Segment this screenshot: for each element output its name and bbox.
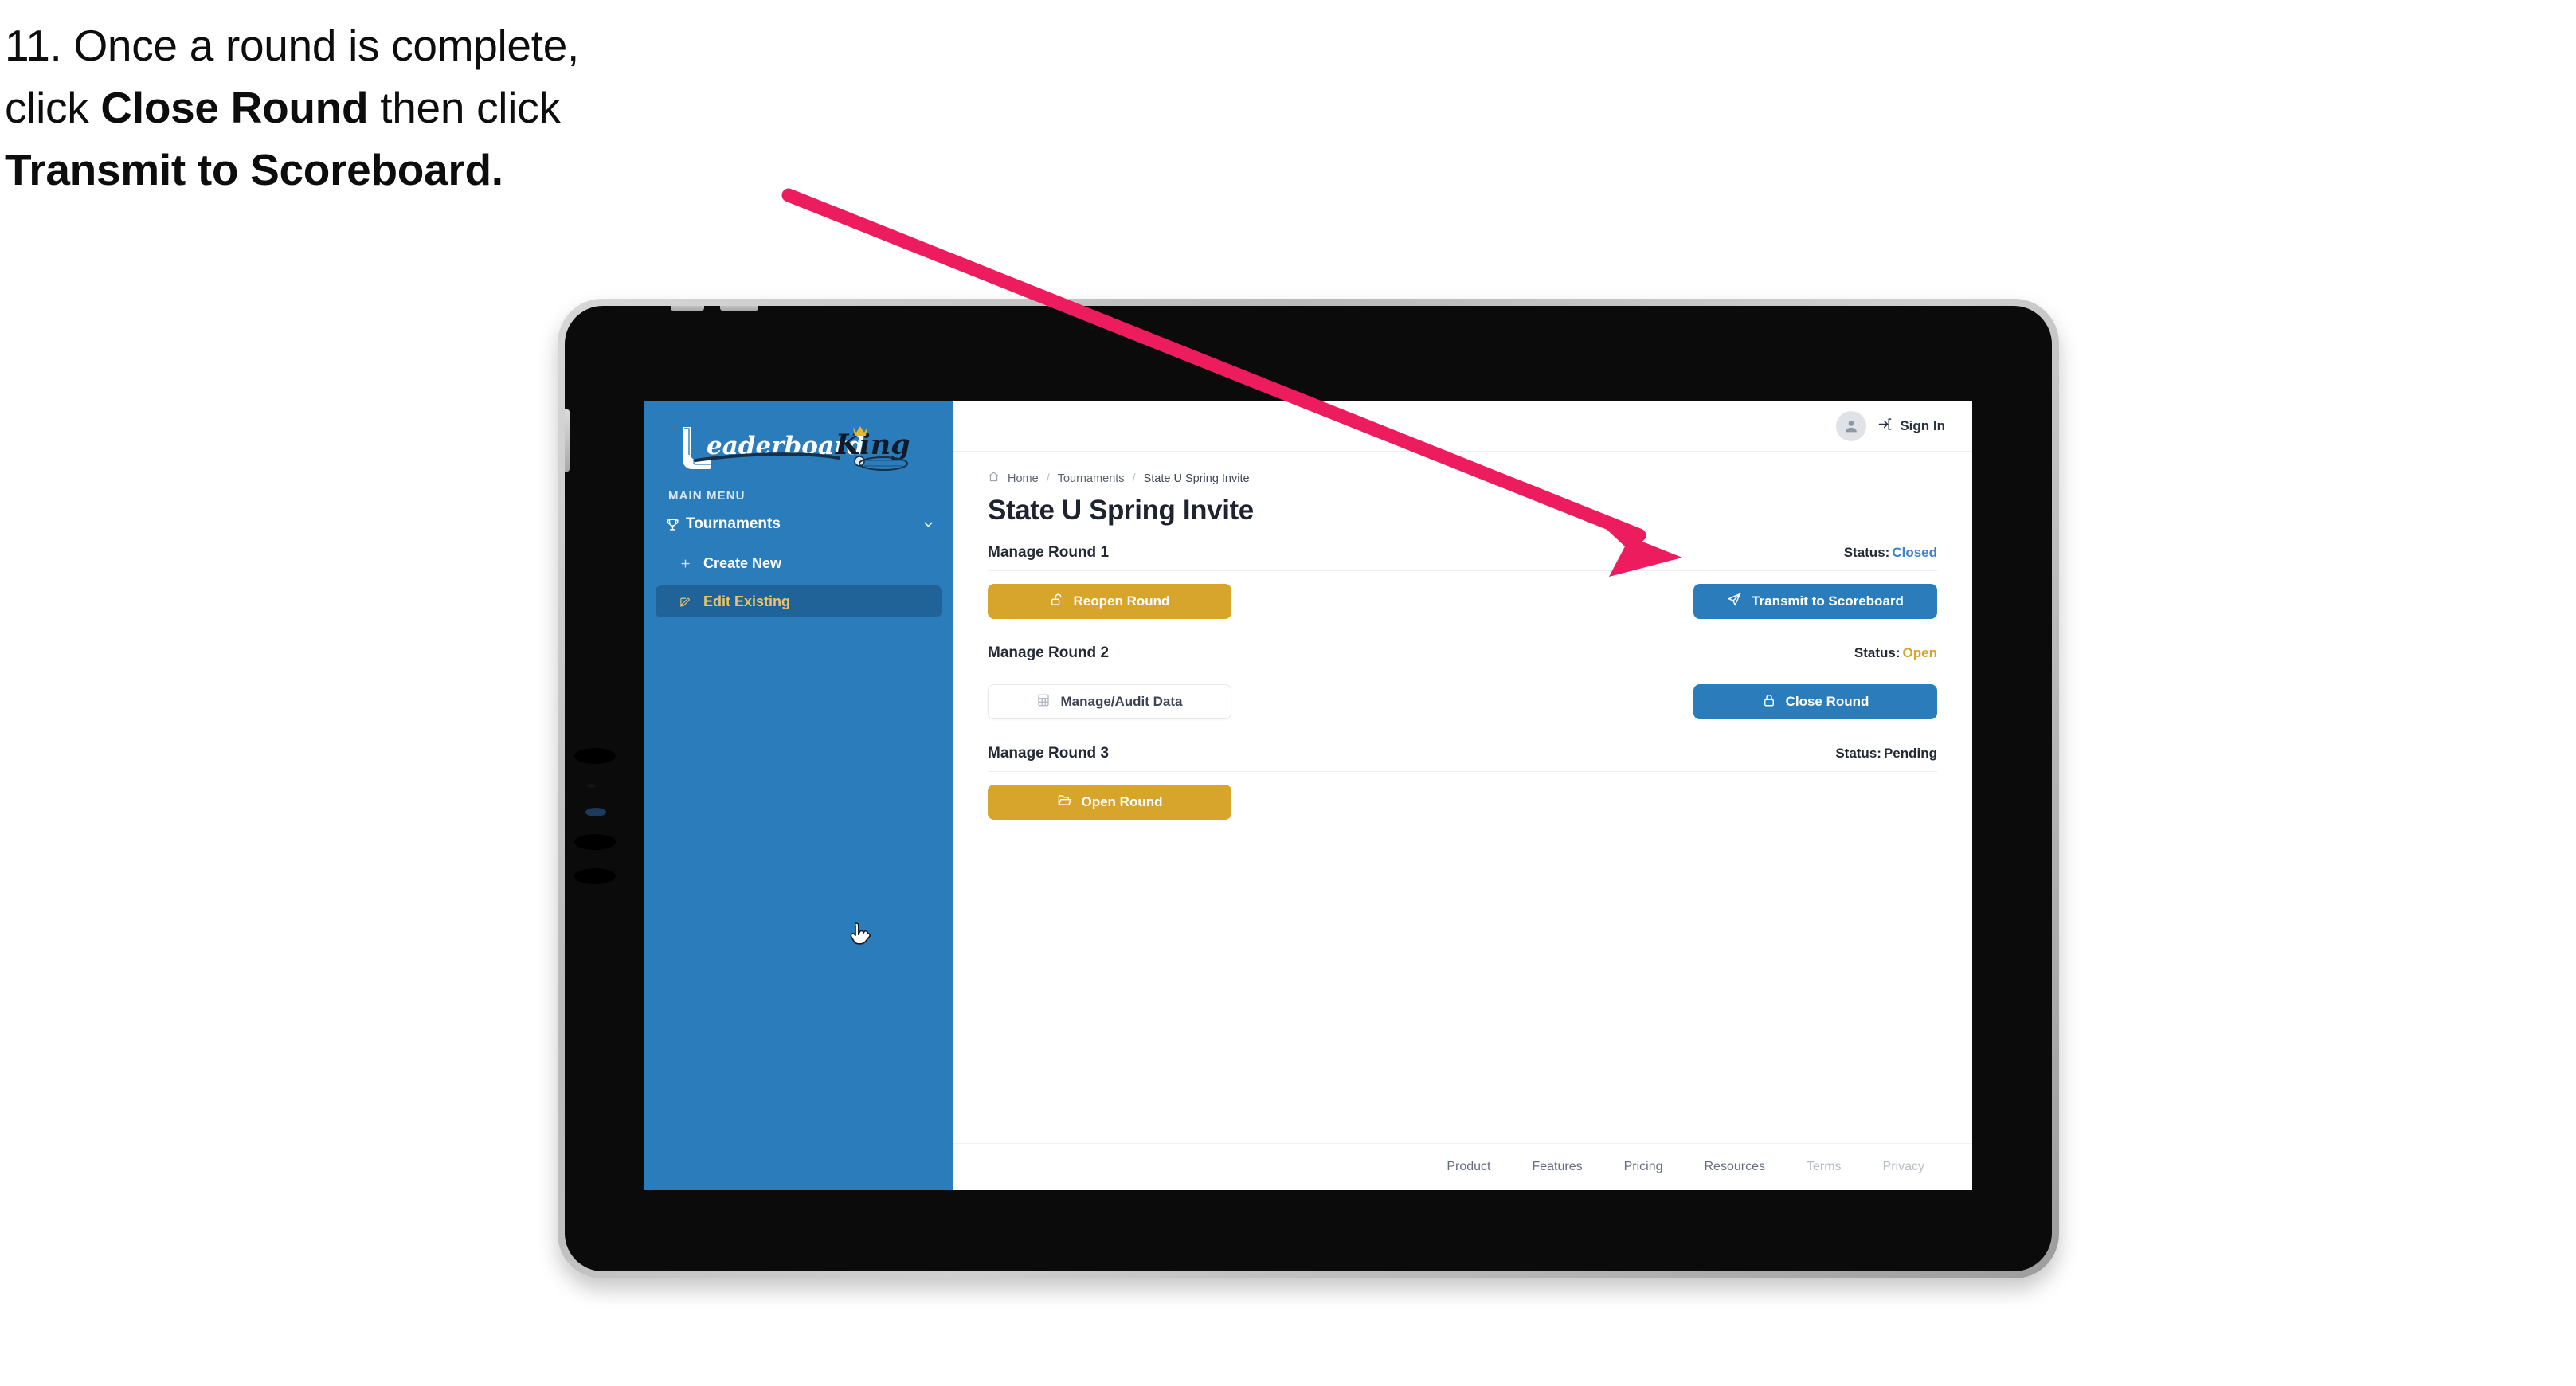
sign-in-button[interactable]: Sign In [1877, 417, 1945, 436]
round-3-actions: Open Round [988, 785, 1937, 820]
reopen-round-label: Reopen Round [1073, 593, 1170, 609]
reopen-round-button[interactable]: Reopen Round [988, 584, 1231, 619]
tablet-indicator-light [585, 808, 606, 816]
plus-icon [679, 558, 703, 570]
sidebar-item-edit-existing[interactable]: Edit Existing [656, 585, 942, 617]
user-avatar-icon[interactable] [1836, 411, 1867, 441]
leaderboard-king-logo-icon: eaderboard King [683, 426, 910, 471]
caption-line-2-bold: Close Round [100, 83, 369, 133]
main-area: Sign In Home / Tournaments / State U Spr… [953, 401, 1972, 1190]
round-3-status: Status: Pending [1835, 746, 1937, 762]
footer-link-terms[interactable]: Terms [1807, 1160, 1842, 1174]
round-1-header: Manage Round 1 Status: Closed [988, 544, 1937, 571]
paper-plane-icon [1727, 592, 1742, 611]
tablet-speaker-port-3 [574, 868, 616, 884]
caption-line-3: Transmit to Scoreboard. [5, 145, 503, 195]
table-grid-icon [1036, 693, 1051, 711]
round-3-title: Manage Round 3 [988, 745, 1110, 762]
breadcrumb-item-current: State U Spring Invite [1143, 472, 1250, 485]
sidebar-item-tournaments[interactable]: Tournaments [644, 507, 953, 541]
round-2-status: Status: Open [1854, 645, 1937, 661]
breadcrumb-item-home[interactable]: Home [1008, 472, 1039, 485]
page-title: State U Spring Invite [988, 495, 1254, 526]
sidebar-section-label: MAIN MENU [668, 489, 746, 503]
sidebar-item-create-new[interactable]: Create New [656, 547, 942, 579]
round-1-actions: Reopen Round Transmit to Scoreboard [988, 584, 1937, 619]
caption-line-2: click Close Round then click [5, 76, 849, 139]
round-3-status-value: Pending [1883, 746, 1937, 761]
app-screen: eaderboard King MAIN MENU Tournaments Cr… [644, 401, 1972, 1190]
tablet-speaker-port-1 [574, 748, 616, 764]
tablet-mic-port [587, 784, 595, 788]
round-2-status-label: Status: [1854, 645, 1901, 660]
tablet-side-button [565, 409, 570, 472]
sidebar-item-create-new-label: Create New [703, 554, 782, 571]
top-bar: Sign In [953, 401, 1972, 452]
round-1-status: Status: Closed [1844, 545, 1937, 561]
round-3-header: Manage Round 3 Status: Pending [988, 745, 1937, 772]
round-2-title: Manage Round 2 [988, 644, 1110, 661]
sign-in-label: Sign In [1900, 418, 1945, 433]
sign-in-arrow-icon [1877, 417, 1893, 436]
round-3-status-label: Status: [1835, 746, 1881, 761]
caption-line-2-suffix: then click [368, 83, 561, 133]
round-block-3: Manage Round 3 Status: Pending Open Roun… [988, 745, 1937, 820]
close-round-label: Close Round [1785, 694, 1869, 709]
folder-open-icon [1057, 793, 1072, 812]
content-area: Home / Tournaments / State U Spring Invi… [953, 452, 1972, 1143]
round-1-title: Manage Round 1 [988, 544, 1110, 561]
round-block-1: Manage Round 1 Status: Closed Reopen Rou… [988, 544, 1937, 619]
app-logo[interactable]: eaderboard King [644, 401, 953, 478]
sidebar: eaderboard King MAIN MENU Tournaments Cr… [644, 401, 953, 1190]
breadcrumb-separator: / [1046, 472, 1050, 485]
sidebar-item-edit-existing-label: Edit Existing [703, 593, 791, 609]
round-2-status-value: Open [1902, 645, 1937, 660]
round-2-header: Manage Round 2 Status: Open [988, 644, 1937, 671]
round-1-status-value: Closed [1892, 545, 1937, 560]
breadcrumb: Home / Tournaments / State U Spring Invi… [988, 471, 1937, 486]
close-round-button[interactable]: Close Round [1693, 684, 1937, 719]
svg-text:King: King [835, 429, 910, 461]
round-2-actions: Manage/Audit Data Close Round [988, 684, 1937, 719]
tablet-speaker-port-2 [574, 834, 616, 850]
round-1-status-label: Status: [1843, 545, 1890, 560]
round-block-2: Manage Round 2 Status: Open Manage/Audit… [988, 644, 1937, 719]
lock-closed-icon [1762, 693, 1776, 711]
caption-line-2-prefix: click [5, 83, 101, 133]
tablet-power-button [720, 306, 758, 311]
tablet-device: eaderboard King MAIN MENU Tournaments Cr… [558, 299, 2059, 1278]
hand-cursor [850, 922, 871, 945]
footer-link-product[interactable]: Product [1447, 1160, 1490, 1174]
footer: Product Features Pricing Resources Terms… [953, 1143, 1972, 1190]
round-3-right-spacer [1693, 785, 1937, 820]
footer-link-features[interactable]: Features [1532, 1160, 1582, 1174]
breadcrumb-separator: / [1132, 472, 1136, 485]
manage-audit-data-label: Manage/Audit Data [1060, 694, 1183, 709]
open-round-button[interactable]: Open Round [988, 785, 1231, 820]
footer-link-privacy[interactable]: Privacy [1883, 1160, 1924, 1174]
transmit-to-scoreboard-label: Transmit to Scoreboard [1752, 593, 1904, 609]
footer-link-resources[interactable]: Resources [1705, 1160, 1765, 1174]
instruction-caption: 11. Once a round is complete, click Clos… [5, 14, 849, 201]
open-round-label: Open Round [1081, 794, 1163, 809]
tablet-volume-button [671, 306, 704, 311]
breadcrumb-item-tournaments[interactable]: Tournaments [1058, 472, 1125, 485]
tablet-bezel: eaderboard King MAIN MENU Tournaments Cr… [565, 306, 2052, 1271]
chevron-down-icon[interactable] [922, 518, 935, 531]
sidebar-item-tournaments-label: Tournaments [686, 515, 781, 532]
home-icon[interactable] [988, 471, 1000, 486]
trophy-icon [665, 517, 686, 532]
caption-line-1: 11. Once a round is complete, [5, 21, 579, 70]
unlock-icon [1050, 593, 1064, 611]
manage-audit-data-button[interactable]: Manage/Audit Data [988, 684, 1231, 719]
transmit-to-scoreboard-button[interactable]: Transmit to Scoreboard [1693, 584, 1937, 619]
pencil-square-icon [679, 596, 703, 608]
footer-link-pricing[interactable]: Pricing [1624, 1160, 1663, 1174]
